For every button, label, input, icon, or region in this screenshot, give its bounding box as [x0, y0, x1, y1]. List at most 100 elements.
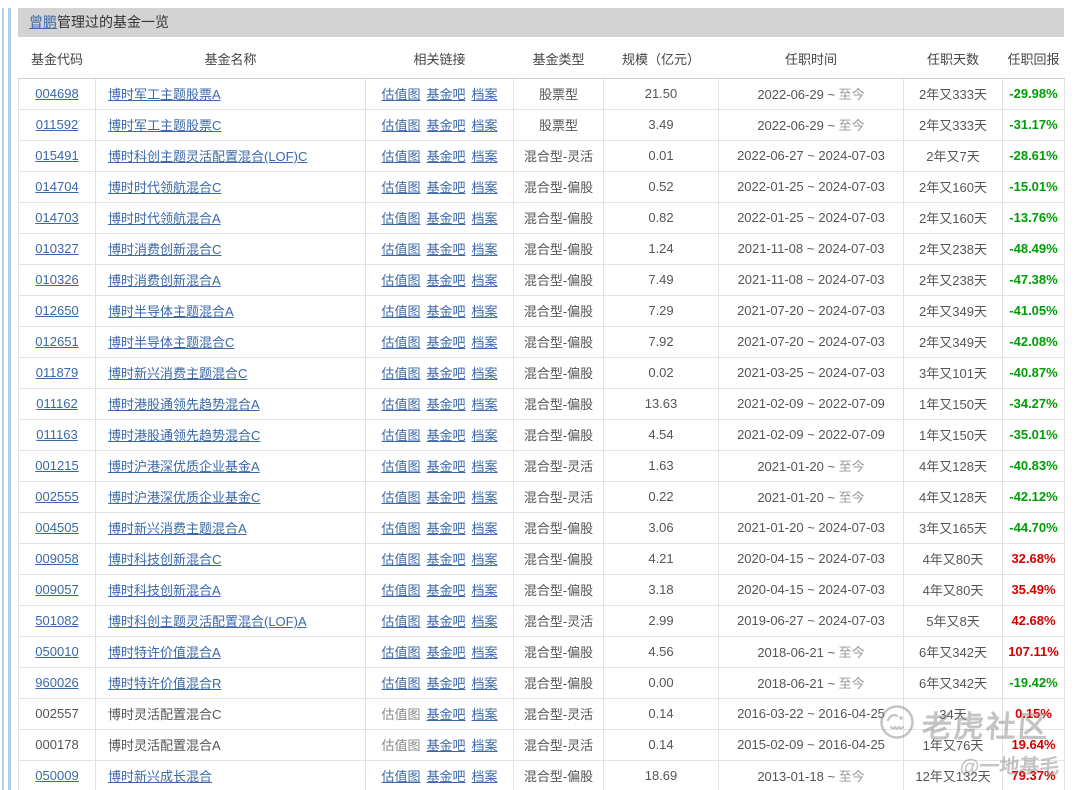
fund-bar-link[interactable]: 基金吧 [426, 149, 465, 164]
fund-archive-link[interactable]: 档案 [472, 769, 498, 784]
valuation-chart-link[interactable]: 估值图 [381, 645, 420, 660]
fund-archive-link[interactable]: 档案 [472, 552, 498, 567]
fund-code-link[interactable]: 010326 [35, 272, 78, 287]
valuation-chart-link[interactable]: 估值图 [381, 552, 420, 567]
fund-code-link[interactable]: 009057 [35, 582, 78, 597]
fund-archive-link[interactable]: 档案 [472, 645, 498, 660]
fund-bar-link[interactable]: 基金吧 [426, 180, 465, 195]
fund-bar-link[interactable]: 基金吧 [426, 304, 465, 319]
fund-bar-link[interactable]: 基金吧 [426, 614, 465, 629]
fund-bar-link[interactable]: 基金吧 [426, 676, 465, 691]
fund-archive-link[interactable]: 档案 [472, 242, 498, 257]
fund-bar-link[interactable]: 基金吧 [426, 242, 465, 257]
fund-code-link[interactable]: 011592 [36, 117, 78, 132]
valuation-chart-link[interactable]: 估值图 [381, 583, 420, 598]
fund-name-link[interactable]: 博时新兴消费主题混合C [108, 366, 247, 381]
fund-name-link[interactable]: 博时科技创新混合C [108, 552, 221, 567]
fund-archive-link[interactable]: 档案 [472, 676, 498, 691]
fund-bar-link[interactable]: 基金吧 [426, 738, 465, 753]
fund-bar-link[interactable]: 基金吧 [426, 521, 465, 536]
fund-archive-link[interactable]: 档案 [472, 180, 498, 195]
fund-archive-link[interactable]: 档案 [472, 397, 498, 412]
fund-name-link[interactable]: 博时消费创新混合A [108, 273, 221, 288]
valuation-chart-link[interactable]: 估值图 [381, 397, 420, 412]
fund-name-link[interactable]: 博时科创主题灵活配置混合(LOF)C [108, 149, 307, 164]
fund-name-link[interactable]: 博时新兴成长混合 [108, 769, 212, 784]
fund-bar-link[interactable]: 基金吧 [426, 397, 465, 412]
fund-name-link[interactable]: 博时半导体主题混合C [108, 335, 234, 350]
fund-code-link[interactable]: 014704 [35, 179, 78, 194]
fund-code-link[interactable]: 012651 [35, 334, 78, 349]
fund-bar-link[interactable]: 基金吧 [426, 87, 465, 102]
fund-name-link[interactable]: 博时沪港深优质企业基金C [108, 490, 260, 505]
fund-name-link[interactable]: 博时沪港深优质企业基金A [108, 459, 260, 474]
fund-name-link[interactable]: 博时新兴消费主题混合A [108, 521, 247, 536]
fund-archive-link[interactable]: 档案 [472, 521, 498, 536]
fund-code-link[interactable]: 050010 [35, 644, 78, 659]
valuation-chart-link[interactable]: 估值图 [381, 769, 420, 784]
fund-bar-link[interactable]: 基金吧 [426, 459, 465, 474]
fund-bar-link[interactable]: 基金吧 [426, 769, 465, 784]
fund-archive-link[interactable]: 档案 [472, 428, 498, 443]
fund-code-link[interactable]: 015491 [35, 148, 78, 163]
fund-code-link[interactable]: 014703 [35, 210, 78, 225]
fund-name-link[interactable]: 博时科创主题灵活配置混合(LOF)A [108, 614, 307, 629]
fund-name-link[interactable]: 博时军工主题股票A [108, 87, 221, 102]
fund-code-link[interactable]: 011162 [36, 396, 77, 411]
valuation-chart-link[interactable]: 估值图 [381, 490, 420, 505]
fund-archive-link[interactable]: 档案 [472, 304, 498, 319]
fund-code-link[interactable]: 501082 [35, 613, 78, 628]
valuation-chart-link[interactable]: 估值图 [381, 521, 420, 536]
fund-archive-link[interactable]: 档案 [472, 459, 498, 474]
fund-name-link[interactable]: 博时特许价值混合A [108, 645, 221, 660]
fund-code-link[interactable]: 011163 [36, 427, 77, 442]
fund-bar-link[interactable]: 基金吧 [426, 707, 465, 722]
fund-name-link[interactable]: 博时港股通领先趋势混合C [108, 428, 260, 443]
fund-bar-link[interactable]: 基金吧 [426, 211, 465, 226]
fund-code-link[interactable]: 009058 [35, 551, 78, 566]
fund-archive-link[interactable]: 档案 [472, 366, 498, 381]
fund-archive-link[interactable]: 档案 [472, 211, 498, 226]
fund-bar-link[interactable]: 基金吧 [426, 335, 465, 350]
valuation-chart-link[interactable]: 估值图 [381, 614, 420, 629]
valuation-chart-link[interactable]: 估值图 [381, 676, 420, 691]
fund-code-link[interactable]: 004505 [35, 520, 78, 535]
fund-bar-link[interactable]: 基金吧 [426, 366, 465, 381]
fund-bar-link[interactable]: 基金吧 [426, 273, 465, 288]
fund-code-link[interactable]: 010327 [35, 241, 78, 256]
fund-name-link[interactable]: 博时特许价值混合R [108, 676, 221, 691]
fund-bar-link[interactable]: 基金吧 [426, 428, 465, 443]
valuation-chart-link[interactable]: 估值图 [381, 335, 420, 350]
fund-bar-link[interactable]: 基金吧 [426, 490, 465, 505]
fund-name-link[interactable]: 博时半导体主题混合A [108, 304, 234, 319]
fund-name-link[interactable]: 博时军工主题股票C [108, 118, 221, 133]
valuation-chart-link[interactable]: 估值图 [381, 87, 420, 102]
fund-code-link[interactable]: 011879 [36, 365, 78, 380]
fund-archive-link[interactable]: 档案 [472, 738, 498, 753]
fund-code-link[interactable]: 002555 [35, 489, 78, 504]
fund-archive-link[interactable]: 档案 [472, 87, 498, 102]
valuation-chart-link[interactable]: 估值图 [381, 273, 420, 288]
fund-bar-link[interactable]: 基金吧 [426, 552, 465, 567]
valuation-chart-link[interactable]: 估值图 [381, 366, 420, 381]
valuation-chart-link[interactable]: 估值图 [381, 149, 420, 164]
fund-bar-link[interactable]: 基金吧 [426, 583, 465, 598]
valuation-chart-link[interactable]: 估值图 [381, 304, 420, 319]
fund-code-link[interactable]: 050009 [35, 768, 78, 783]
valuation-chart-link[interactable]: 估值图 [381, 428, 420, 443]
fund-archive-link[interactable]: 档案 [472, 335, 498, 350]
manager-link[interactable]: 曾鹏 [29, 14, 57, 30]
valuation-chart-link[interactable]: 估值图 [381, 211, 420, 226]
fund-code-link[interactable]: 001215 [35, 458, 78, 473]
fund-bar-link[interactable]: 基金吧 [426, 118, 465, 133]
valuation-chart-link[interactable]: 估值图 [381, 242, 420, 257]
fund-name-link[interactable]: 博时时代领航混合A [108, 211, 221, 226]
fund-bar-link[interactable]: 基金吧 [426, 645, 465, 660]
fund-name-link[interactable]: 博时科技创新混合A [108, 583, 221, 598]
valuation-chart-link[interactable]: 估值图 [381, 118, 420, 133]
fund-archive-link[interactable]: 档案 [472, 149, 498, 164]
fund-archive-link[interactable]: 档案 [472, 583, 498, 598]
fund-code-link[interactable]: 960026 [35, 675, 78, 690]
fund-archive-link[interactable]: 档案 [472, 118, 498, 133]
fund-name-link[interactable]: 博时港股通领先趋势混合A [108, 397, 260, 412]
